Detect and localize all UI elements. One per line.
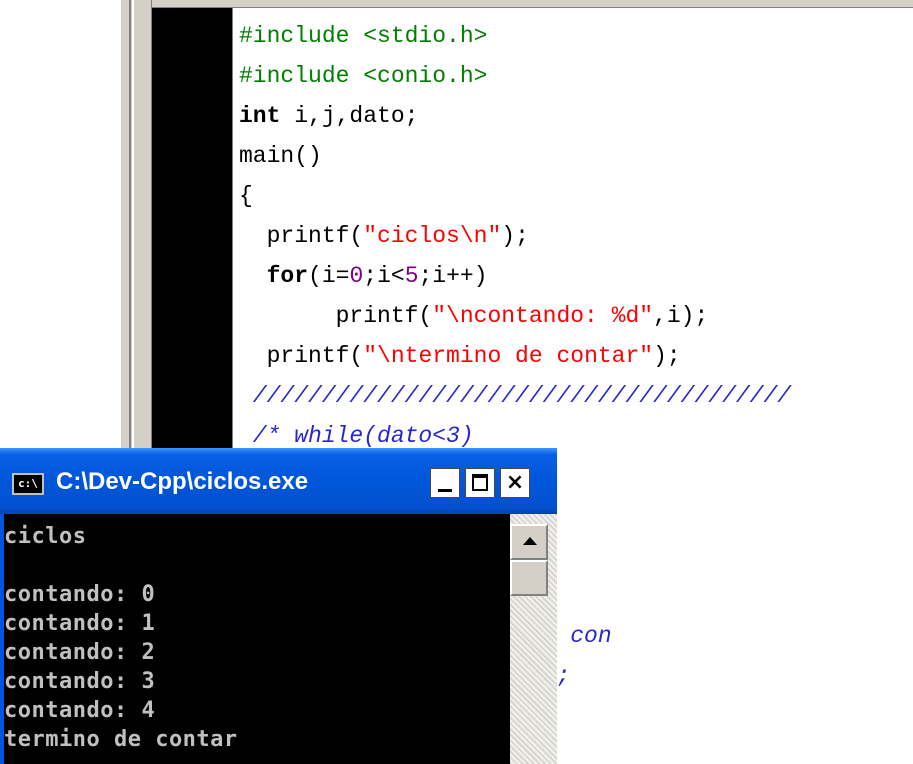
scroll-thumb[interactable] — [510, 560, 548, 596]
code-line[interactable]: int i,j,dato; — [239, 96, 418, 136]
code-token: 5 — [404, 263, 419, 289]
code-token: ;i< — [363, 263, 405, 289]
code-token: #include <conio.h> — [239, 63, 488, 89]
code-token: i,j,dato; — [280, 103, 419, 129]
console-window[interactable]: c:\ C:\Dev-Cpp\ciclos.exe × ciclos contan… — [0, 448, 557, 764]
code-line[interactable]: { — [239, 176, 253, 216]
console-app-icon: c:\ — [12, 473, 44, 495]
code-token: "\ncontando: %d" — [432, 303, 654, 329]
code-token: ); — [501, 223, 529, 249]
editor-top-border — [152, 0, 913, 8]
close-button[interactable]: × — [500, 468, 530, 498]
code-token: printf( — [239, 303, 433, 329]
code-token: printf( — [239, 223, 364, 249]
code-line[interactable]: #include <stdio.h> — [239, 16, 487, 56]
code-token: #include <stdio.h> — [239, 23, 488, 49]
code-token: ); — [653, 343, 681, 369]
maximize-button[interactable] — [465, 468, 495, 498]
console-output-line: contando: 2 — [4, 640, 156, 665]
console-output: ciclos contando: 0 contando: 1 contando: 2 c… — [4, 514, 510, 764]
code-token: /* while(dato<3) — [239, 423, 474, 449]
code-token: "\ntermino de contar" — [363, 343, 654, 369]
minimize-button[interactable] — [430, 468, 460, 498]
code-token: int — [239, 103, 281, 129]
console-output-line: contando: 4 — [4, 698, 156, 723]
code-token: (i= — [308, 263, 350, 289]
code-line[interactable]: main() — [239, 136, 322, 176]
scroll-up-arrow-icon[interactable] — [510, 524, 548, 560]
code-token: /////////////////////////////////////// — [239, 383, 792, 409]
code-token: 0 — [349, 263, 364, 289]
code-line[interactable]: printf("ciclos\n"); — [239, 216, 529, 256]
console-output-line: ciclos — [4, 524, 87, 549]
code-token: for — [266, 263, 309, 289]
code-line[interactable]: #include <conio.h> — [239, 56, 487, 96]
code-token: { — [239, 183, 253, 209]
console-output-line: contando: 0 — [4, 582, 156, 607]
code-token: printf( — [239, 343, 364, 369]
console-titlebar[interactable]: c:\ C:\Dev-Cpp\ciclos.exe × — [0, 448, 557, 514]
console-title: C:\Dev-Cpp\ciclos.exe — [56, 468, 309, 495]
code-token: ;i++) — [418, 263, 488, 289]
code-token: ,i); — [653, 303, 709, 329]
console-output-line: contando: 3 — [4, 669, 156, 694]
code-line[interactable]: for(i=0;i<5;i++) — [239, 256, 488, 296]
code-token: main() — [239, 143, 322, 169]
console-output-line: termino de contar — [4, 727, 238, 752]
code-line[interactable]: /////////////////////////////////////// — [239, 376, 791, 416]
code-token: "ciclos\n" — [363, 223, 502, 249]
code-line[interactable]: printf("\ntermino de contar"); — [239, 336, 681, 376]
console-scrollbar[interactable] — [510, 514, 557, 764]
console-output-line: contando: 1 — [4, 611, 156, 636]
code-line[interactable]: printf("\ncontando: %d",i); — [239, 296, 709, 336]
